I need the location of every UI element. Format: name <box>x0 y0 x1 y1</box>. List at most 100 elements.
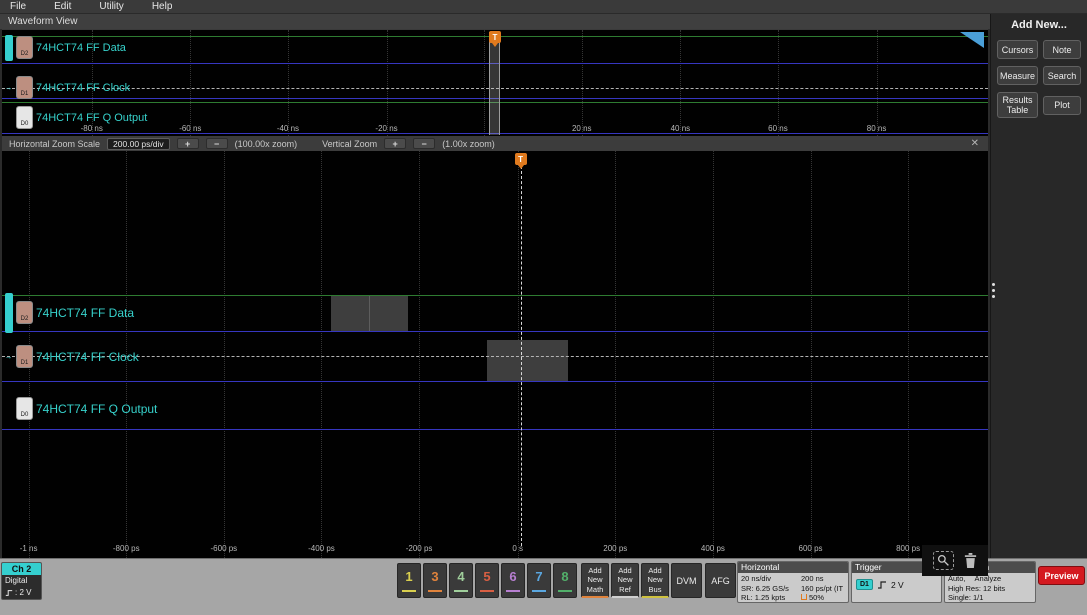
time-label: 80 ns <box>866 124 887 133</box>
v-zoom-in-button[interactable]: + <box>384 138 407 149</box>
rising-edge-icon <box>877 580 886 589</box>
search-button[interactable]: Search <box>1043 66 1081 85</box>
cursors-button[interactable]: Cursors <box>997 40 1039 59</box>
d1-trigger-level-line <box>2 356 988 357</box>
menu-file[interactable]: File <box>10 1 26 12</box>
d0-low-rail <box>2 429 988 430</box>
channel-d1[interactable]: → D1 74HCT74 FF Clock <box>4 74 130 101</box>
zoom-indicator-icon[interactable] <box>960 32 984 48</box>
selected-channel-tab[interactable] <box>4 292 13 333</box>
vertical-zoom-label: Vertical Zoom <box>322 138 378 149</box>
trigger-marker[interactable]: T <box>514 153 527 169</box>
channel-3-button[interactable]: 3 <box>423 563 447 598</box>
panel-splitter-handle[interactable] <box>990 283 996 298</box>
sample-interval: 160 ps/pt (IT <box>801 583 844 593</box>
gridline <box>810 151 812 558</box>
time-label: 200 ps <box>603 544 628 553</box>
note-button[interactable]: Note <box>1043 40 1081 59</box>
channel-label: 74HCT74 FF Q Output <box>36 111 148 124</box>
zoomed-waveform-area[interactable]: T D2 74HCT74 FF Data → D1 74HCT74 FF Clo… <box>2 151 988 558</box>
channel-d1[interactable]: → D1 74HCT74 FF Clock <box>4 343 139 370</box>
add-new-math-button[interactable]: Add New Math <box>581 563 609 598</box>
add-new-ref-button[interactable]: Add New Ref <box>611 563 639 598</box>
v-zoom-out-button[interactable]: − <box>413 138 436 149</box>
magnifier-icon <box>937 554 949 566</box>
time-label: -60 ns <box>179 124 202 133</box>
channel-4-button[interactable]: 4 <box>449 563 473 598</box>
time-label: -800 ps <box>112 544 140 553</box>
channel-6-button[interactable]: 6 <box>501 563 525 598</box>
ch2-badge[interactable]: Ch 2 Digital : 2 V <box>1 562 42 600</box>
horizontal-zoom-scale-value[interactable]: 200.00 ps/div <box>107 137 170 150</box>
horizontal-panel[interactable]: Horizontal 20 ns/div 200 ns SR: 6.25 GS/… <box>737 561 849 603</box>
acquisition-resolution: High Res: 12 bits <box>948 583 1006 593</box>
trash-icon[interactable] <box>963 552 978 569</box>
measure-button[interactable]: Measure <box>997 66 1039 85</box>
afg-button[interactable]: AFG <box>705 563 736 598</box>
time-label: -200 ps <box>405 544 433 553</box>
zoom-window-handle[interactable] <box>489 32 500 135</box>
time-label: 40 ns <box>670 124 691 133</box>
h-zoom-in-button[interactable]: + <box>176 138 199 149</box>
preview-button[interactable]: Preview <box>1038 566 1085 585</box>
horizontal-position: 50% <box>801 593 848 602</box>
selected-channel-tab[interactable] <box>4 34 13 61</box>
add-new-title: Add New... <box>1011 19 1067 31</box>
zoom-mode-button[interactable] <box>932 551 954 570</box>
position-icon <box>801 594 807 600</box>
dvm-button[interactable]: DVM <box>671 563 702 598</box>
gridline <box>777 30 779 136</box>
add-new-buttons: Cursors Note Measure Search Results Tabl… <box>991 31 1087 127</box>
menu-bar: File Edit Utility Help <box>0 0 1087 14</box>
zoom-toolbar: Horizontal Zoom Scale 200.00 ps/div + − … <box>2 136 988 151</box>
gridline <box>321 151 323 558</box>
channel-label: 74HCT74 FF Data <box>36 305 135 320</box>
channel-d2[interactable]: D2 74HCT74 FF Data <box>4 34 126 61</box>
overview-waveform-area[interactable]: T D2 74HCT74 FF Data → D1 74HCT74 FF Clo… <box>2 29 988 136</box>
channel-badge[interactable]: D0 <box>16 106 33 129</box>
ch2-threshold-value: : 2 V <box>15 588 32 597</box>
close-zoom-icon[interactable]: ✕ <box>971 138 981 149</box>
channel-d0[interactable]: D0 74HCT74 FF Q Output <box>4 104 147 131</box>
channel-badge[interactable]: D2 <box>16 36 33 59</box>
gridline <box>484 30 486 136</box>
channel-1-button[interactable]: 1 <box>397 563 421 598</box>
add-new-bus-button[interactable]: Add New Bus <box>641 563 669 598</box>
waveform-view-tab[interactable]: Waveform View <box>0 14 990 29</box>
channel-badge[interactable]: D0 <box>16 397 33 420</box>
sample-rate: SR: 6.25 GS/s <box>741 583 789 593</box>
menu-help[interactable]: Help <box>152 1 173 12</box>
channel-label: 74HCT74 FF Clock <box>36 349 139 364</box>
channel-label: 74HCT74 FF Data <box>36 41 126 54</box>
menu-utility[interactable]: Utility <box>99 1 123 12</box>
horizontal-scale: 20 ns/div <box>741 574 772 583</box>
channel-label: 74HCT74 FF Clock <box>36 81 131 94</box>
gridline <box>615 151 617 558</box>
channel-buttons: 1 3 4 5 6 7 8 <box>397 563 577 598</box>
gridline <box>419 151 421 558</box>
channel-label: 74HCT74 FF Q Output <box>36 401 158 416</box>
channel-5-button[interactable]: 5 <box>475 563 499 598</box>
gridline <box>680 30 682 136</box>
channel-7-button[interactable]: 7 <box>527 563 551 598</box>
add-buttons: Add New Math Add New Ref Add New Bus <box>581 563 669 598</box>
plot-button[interactable]: Plot <box>1043 95 1081 115</box>
channel-badge[interactable]: D2 <box>16 301 33 324</box>
gridline <box>908 151 910 558</box>
time-label: -40 ns <box>276 124 300 133</box>
time-label: 20 ns <box>571 124 592 133</box>
channel-d2[interactable]: D2 74HCT74 FF Data <box>4 292 135 333</box>
gridline <box>712 151 714 558</box>
trigger-marker[interactable]: T <box>489 31 501 47</box>
ch2-name: Ch 2 <box>2 563 41 575</box>
channel-8-button[interactable]: 8 <box>553 563 577 598</box>
results-table-button[interactable]: Results Table <box>997 92 1039 118</box>
waveform-tools <box>922 545 988 576</box>
h-zoom-out-button[interactable]: − <box>205 138 228 149</box>
menu-edit[interactable]: Edit <box>54 1 71 12</box>
time-label: 600 ps <box>798 544 823 553</box>
channel-badge[interactable]: D1 <box>16 76 33 99</box>
d1-low-rail <box>2 381 988 382</box>
channel-badge[interactable]: D1 <box>16 345 33 368</box>
channel-d0[interactable]: D0 74HCT74 FF Q Output <box>4 395 157 422</box>
